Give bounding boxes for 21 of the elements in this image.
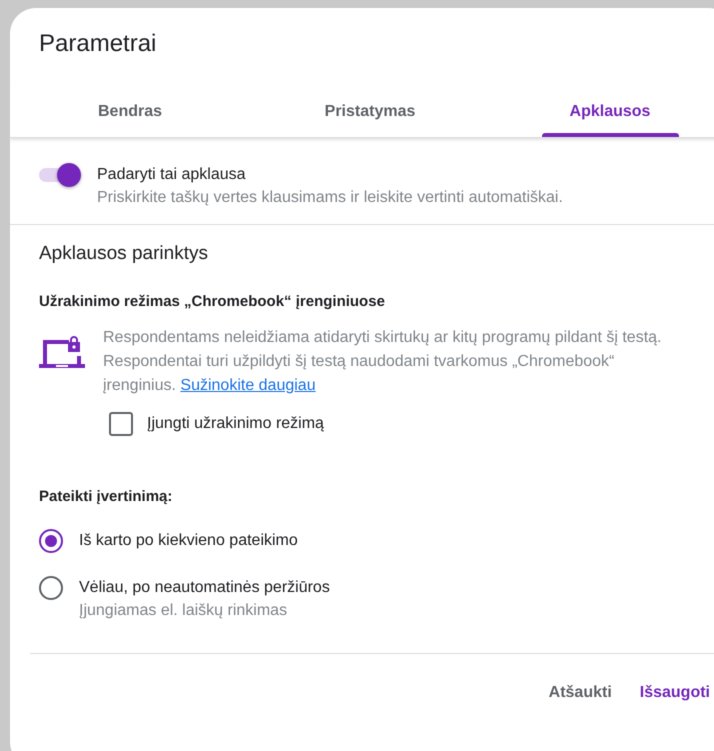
dialog-title: Parametrai: [38, 29, 158, 59]
toggle-description: Priskirkite taškų vertes klausimams ir leiskite vertinti automatiškai.: [97, 188, 563, 208]
tab[interactable]: Apklausos: [490, 86, 714, 137]
tab[interactable]: Pristatymas: [250, 86, 490, 137]
radio-button[interactable]: [39, 529, 63, 553]
release-grade-heading: Pateikti įvertinimą:: [39, 488, 174, 505]
radio-label: Vėliau, po neautomatinės peržiūros: [79, 578, 330, 598]
toggle-label: Padaryti tai apklausa: [97, 165, 247, 185]
learn-more-link[interactable]: Sužinokite daugiau: [180, 377, 316, 394]
section-title: Apklausos parinktys: [39, 243, 209, 266]
toggle-switch[interactable]: [39, 163, 83, 185]
radio-hint: Įjungiamas el. laiškų rinkimas: [79, 601, 288, 621]
cancel-button[interactable]: Atšaukti: [538, 674, 622, 712]
tab[interactable]: Bendras: [10, 86, 250, 137]
save-button[interactable]: Išsaugoti: [630, 674, 714, 712]
checkbox-label: Įjungti užrakinimo režimą: [147, 414, 324, 434]
lock-mode-heading: Užrakinimo režimas „Chromebook“ įrenginiuose: [39, 293, 386, 310]
lock-mode-description: Respondentams neleidžiama atidaryti skirtukų ar kitų programų pildant šį testą. Respondentai turi užpildyti šį testą naudodami tvarkomus „Chromebook“ įrenginius. Sužinokite daugiau: [103, 328, 662, 396]
radio-label: Iš karto po kiekvieno pateikimo: [79, 531, 298, 551]
checkbox[interactable]: [109, 412, 133, 436]
radio-button[interactable]: [39, 576, 63, 600]
